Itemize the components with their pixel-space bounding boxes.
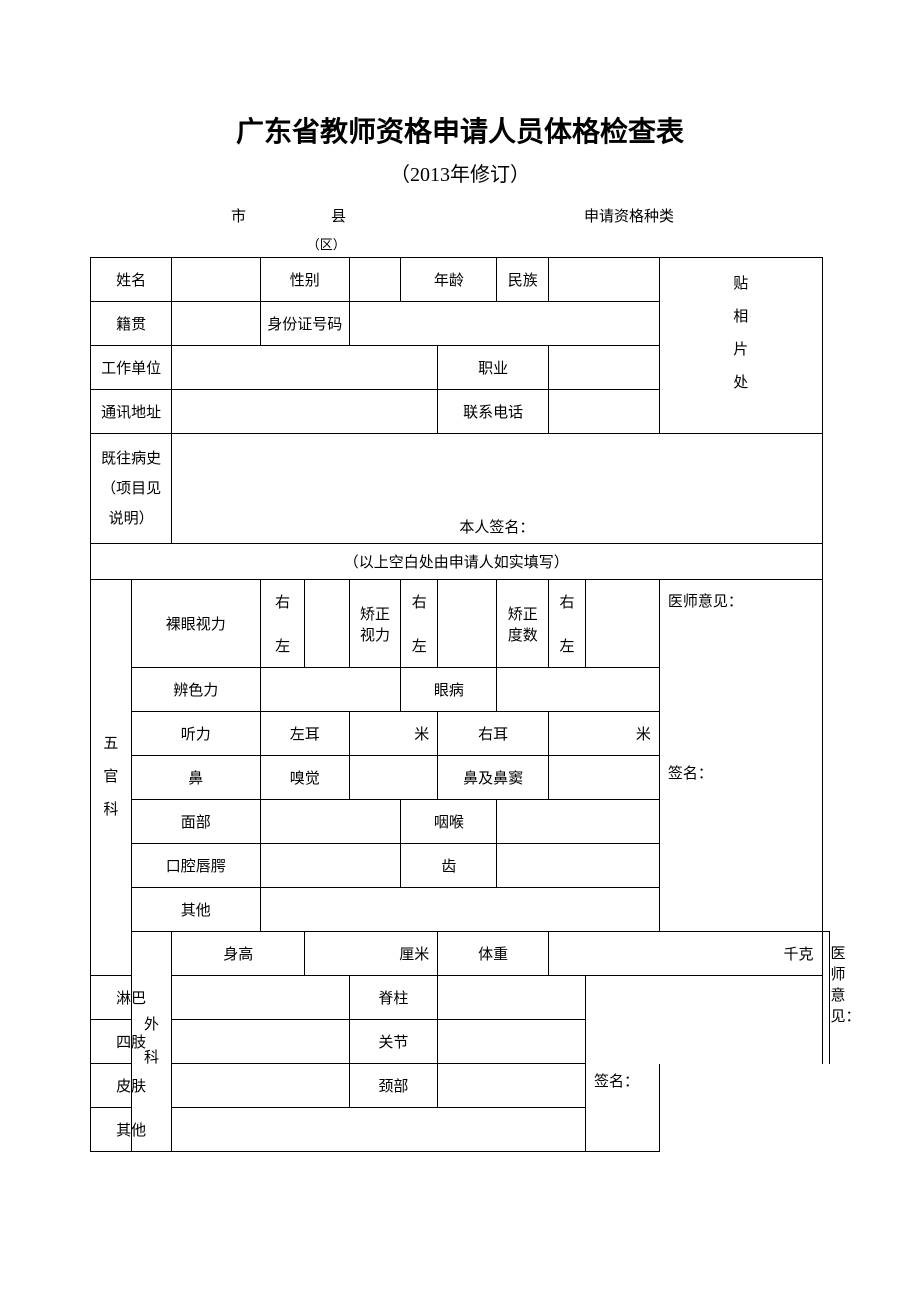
lymph-label: 淋巴 (91, 976, 172, 1020)
self-signature-label: 本人签名： (459, 520, 534, 536)
five-sense-doctor-opinion[interactable]: 医师意见： (659, 580, 822, 756)
address-input[interactable] (172, 390, 438, 434)
id-number-label: 身份证号码 (260, 302, 349, 346)
naked-right-input[interactable] (305, 580, 349, 624)
corr-right-label: 右 (401, 580, 438, 624)
limbs-label: 四肢 (91, 1020, 172, 1064)
neck-label: 颈部 (349, 1064, 438, 1108)
corrected-vision-label: 矫正 视力 (349, 580, 401, 668)
spine-label: 脊柱 (349, 976, 438, 1020)
eye-disease-label: 眼病 (401, 668, 497, 712)
page-title: 广东省教师资格申请人员体格检查表 (90, 110, 830, 150)
gender-input[interactable] (349, 258, 401, 302)
smell-label: 嗅觉 (260, 756, 349, 800)
weight-label: 体重 (438, 932, 549, 976)
color-label: 辨色力 (131, 668, 260, 712)
native-place-label: 籍贯 (91, 302, 172, 346)
oral-input[interactable] (260, 844, 400, 888)
photo-area: 贴 相 片 处 (659, 258, 822, 434)
main-table: （区） 姓名 性别 年龄 民族 贴 相 片 处 籍贯 身份证号码 工作单位 职业 (90, 230, 830, 1152)
skin-label: 皮肤 (91, 1064, 172, 1108)
id-number-input[interactable] (349, 302, 659, 346)
county-label: 县 (246, 205, 346, 226)
name-label: 姓名 (91, 258, 172, 302)
district-label: （区） (305, 230, 349, 258)
city-label: 市 (96, 205, 246, 226)
height-label: 身高 (172, 932, 305, 976)
header-line: 市 县 申请资格种类 (90, 205, 830, 230)
right-label: 右 (260, 580, 304, 624)
corr-right-input[interactable] (438, 580, 497, 624)
oral-label: 口腔唇腭 (131, 844, 260, 888)
neck-input[interactable] (438, 1064, 586, 1108)
limbs-input[interactable] (172, 1020, 349, 1064)
work-unit-label: 工作单位 (91, 346, 172, 390)
corr-left-input[interactable] (438, 624, 497, 668)
qualification-type-label: 申请资格种类 (584, 205, 824, 226)
deg-left-input[interactable] (586, 624, 660, 668)
color-input[interactable] (260, 668, 400, 712)
teeth-input[interactable] (497, 844, 660, 888)
deg-right-input[interactable] (586, 580, 660, 624)
lymph-input[interactable] (172, 976, 349, 1020)
name-input[interactable] (172, 258, 261, 302)
age-label: 年龄 (401, 258, 497, 302)
occupation-input[interactable] (549, 346, 660, 390)
corr-left-label: 左 (401, 624, 438, 668)
page-subtitle: （2013年修订） (90, 158, 830, 187)
throat-input[interactable] (497, 800, 660, 844)
nasal-label: 鼻及鼻窦 (438, 756, 549, 800)
weight-input[interactable]: 千克 (549, 932, 822, 976)
native-place-input[interactable] (172, 302, 261, 346)
joints-input[interactable] (438, 1020, 586, 1064)
naked-left-input[interactable] (305, 624, 349, 668)
surgery-other-label: 其他 (91, 1108, 172, 1152)
five-sense-other-input[interactable] (260, 888, 659, 932)
phone-label: 联系电话 (438, 390, 549, 434)
right-ear-label: 右耳 (438, 712, 549, 756)
ethnicity-input[interactable] (549, 258, 660, 302)
history-label: 既往病史 （项目见 说明） (91, 434, 172, 544)
deg-right-label: 右 (549, 580, 586, 624)
surgery-doctor-opinion[interactable]: 医师意见： (822, 932, 830, 1064)
five-sense-signature[interactable]: 签名： (659, 756, 822, 932)
work-unit-input[interactable] (172, 346, 438, 390)
left-ear-label: 左耳 (260, 712, 349, 756)
throat-label: 咽喉 (401, 800, 497, 844)
eye-disease-input[interactable] (497, 668, 660, 712)
surgery-other-input[interactable] (172, 1108, 586, 1152)
naked-vision-label: 裸眼视力 (131, 580, 260, 668)
spine-input[interactable] (438, 976, 586, 1020)
five-sense-other-label: 其他 (131, 888, 260, 932)
occupation-label: 职业 (438, 346, 549, 390)
ethnicity-label: 民族 (497, 258, 549, 302)
phone-input[interactable] (549, 390, 660, 434)
history-input[interactable]: 本人签名： (172, 434, 822, 544)
joints-label: 关节 (349, 1020, 438, 1064)
height-input[interactable]: 厘米 (305, 932, 438, 976)
right-ear-input[interactable]: 米 (549, 712, 660, 756)
nose-label: 鼻 (131, 756, 260, 800)
five-sense-section: 五 官 科 (91, 580, 132, 976)
face-label: 面部 (131, 800, 260, 844)
deg-left-label: 左 (549, 624, 586, 668)
surgery-signature[interactable]: 签名： (586, 1064, 660, 1152)
nasal-input[interactable] (549, 756, 660, 800)
left-ear-input[interactable]: 米 (349, 712, 438, 756)
address-label: 通讯地址 (91, 390, 172, 434)
teeth-label: 齿 (401, 844, 497, 888)
corrected-degree-label: 矫正 度数 (497, 580, 549, 668)
face-input[interactable] (260, 800, 400, 844)
left-label: 左 (260, 624, 304, 668)
skin-input[interactable] (172, 1064, 349, 1108)
hearing-label: 听力 (131, 712, 260, 756)
gender-label: 性别 (260, 258, 349, 302)
smell-input[interactable] (349, 756, 438, 800)
fill-note: （以上空白处由申请人如实填写） (91, 544, 823, 580)
